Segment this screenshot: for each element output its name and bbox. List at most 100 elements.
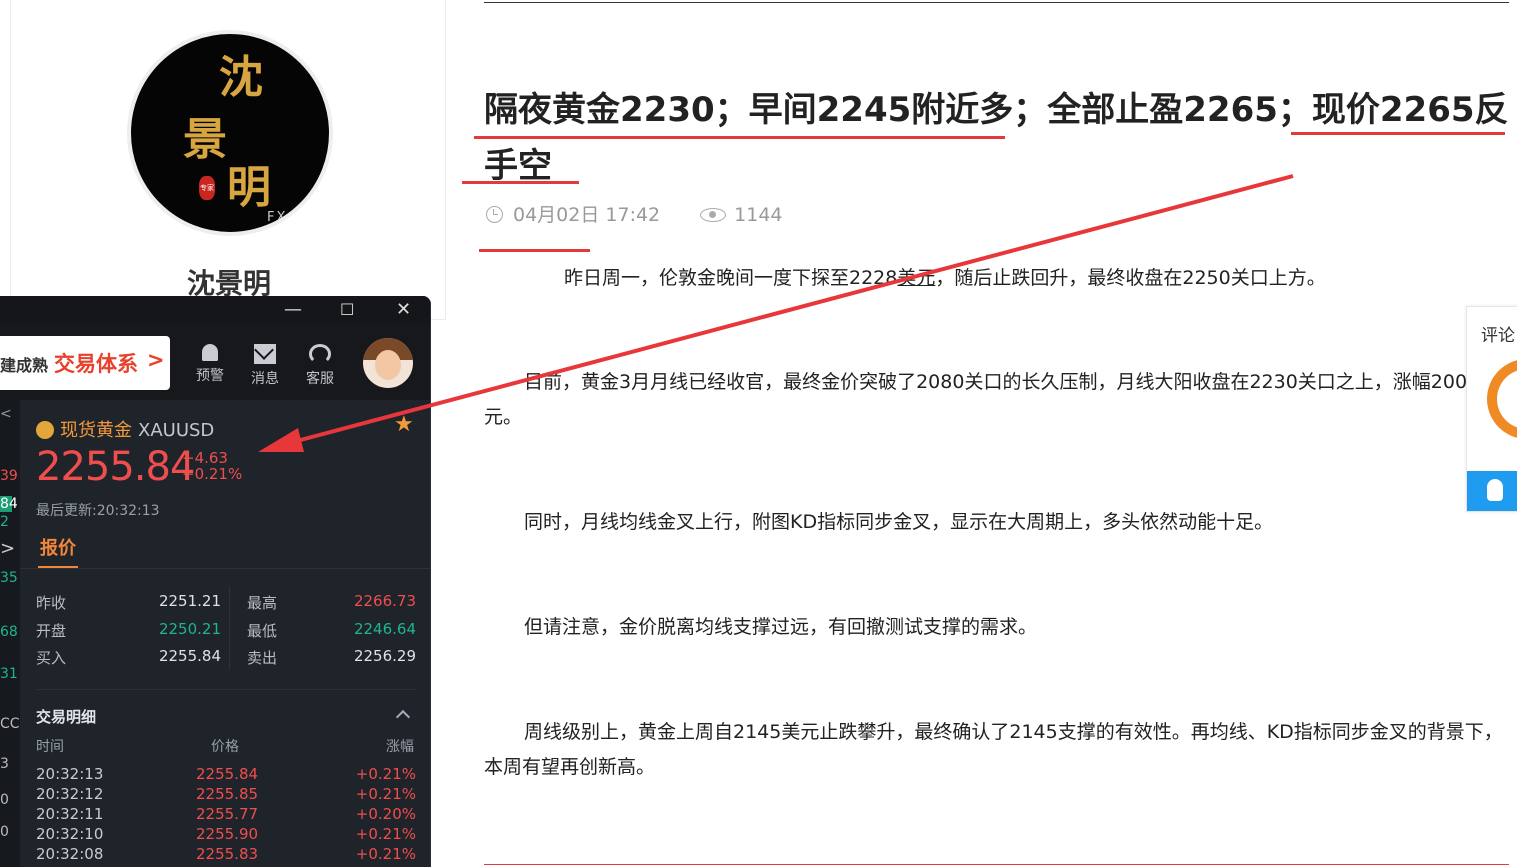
collapse-chevron-icon[interactable] — [395, 709, 411, 725]
quote-row-open: 开盘 2250.21 — [36, 620, 221, 641]
row-change: +0.21% — [355, 825, 416, 843]
strip-value: 2 — [0, 514, 9, 530]
strip-value: 35 — [0, 570, 18, 586]
annotation-underline-3 — [462, 181, 579, 184]
eye-icon — [700, 208, 727, 222]
row-price: 2255.83 — [196, 845, 259, 863]
row-change: +0.20% — [355, 805, 416, 823]
quote-row-high: 最高 2266.73 — [247, 592, 416, 613]
maximize-button[interactable]: ☐ — [340, 300, 354, 320]
tab-divider — [20, 568, 430, 569]
row-change: +0.21% — [355, 785, 416, 803]
author-avatar[interactable]: 沈 景 明 专家 FX — [127, 30, 333, 236]
change-percent: +0.21% — [182, 465, 243, 483]
article-date: 04月02日 17:42 — [513, 204, 661, 226]
details-header-change: 涨幅 — [386, 739, 414, 755]
qq-contact-button[interactable] — [1467, 471, 1517, 511]
trade-details-title: 交易明细 — [36, 708, 97, 726]
quote-value: 2251.21 — [158, 592, 221, 610]
row-time: 20:32:11 — [36, 805, 104, 823]
quote-label: 买入 — [36, 649, 67, 667]
symbol-code: XAUUSD — [138, 420, 215, 441]
section-divider — [36, 689, 416, 690]
quote-value: 2246.64 — [353, 620, 416, 638]
comment-side-widget[interactable]: 评论 — [1466, 306, 1517, 512]
quote-value: 2266.73 — [353, 592, 416, 610]
symbol-name: 现货黄金 — [60, 420, 132, 441]
window-titlebar: — ☐ ✕ — [0, 296, 430, 324]
avatar-fx-text: FX — [267, 210, 288, 225]
headset-icon — [309, 344, 331, 364]
strip-value: 3 — [0, 756, 9, 772]
current-price: 2255.84 — [36, 444, 195, 490]
user-avatar[interactable] — [363, 338, 413, 388]
quote-row-ask: 卖出 2256.29 — [247, 647, 416, 668]
strip-value: 0 — [0, 792, 9, 808]
chart-strip: < 39 84 2 > 35 68 31 CCI 3 0 0 — [0, 400, 24, 867]
quote-value: 2256.29 — [353, 647, 416, 665]
gold-coin-icon — [36, 421, 54, 439]
support-button[interactable]: 客服 — [298, 344, 342, 388]
last-update: 最后更新:20:32:13 — [36, 503, 160, 519]
row-time: 20:32:10 — [36, 825, 104, 843]
avatar-seal: 专家 — [199, 176, 215, 200]
quote-label: 开盘 — [36, 622, 67, 640]
strip-value: 84 — [0, 496, 18, 512]
promo-banner[interactable]: 建成熟 交易体系 > — [0, 336, 170, 390]
strip-expand-icon[interactable]: > — [0, 538, 15, 559]
details-header-time: 时间 — [36, 739, 64, 755]
avatar-char-3: 明 — [227, 162, 271, 213]
article-paragraph: 同时，月线均线金叉上行，附图KD指标同步金叉，显示在大周期上，多头依然动能十足。 — [524, 511, 1274, 533]
change-value: +4.63 — [182, 449, 228, 467]
support-label: 客服 — [306, 371, 334, 387]
article-paragraph: 但请注意，金价脱离均线支撑过远，有回撤测试支撑的需求。 — [524, 616, 1038, 638]
strip-collapse-icon[interactable]: < — [0, 406, 12, 422]
top-divider — [484, 2, 1509, 3]
promo-arrow-icon: > — [147, 348, 165, 372]
strip-value: 0 — [0, 824, 9, 840]
strip-value: 31 — [0, 666, 18, 682]
minimize-button[interactable]: — — [284, 300, 302, 320]
quote-label: 最高 — [247, 594, 278, 612]
quote-row-bid: 买入 2255.84 — [36, 647, 221, 668]
row-change: +0.21% — [355, 845, 416, 863]
close-button[interactable]: ✕ — [396, 300, 411, 320]
messages-button[interactable]: 消息 — [243, 344, 287, 388]
alert-label: 预警 — [196, 368, 224, 384]
qq-icon — [1487, 479, 1503, 501]
strip-value: 68 — [0, 624, 18, 640]
row-price: 2255.77 — [196, 805, 259, 823]
table-row: 20:32:11 2255.77 +0.20% — [36, 805, 416, 825]
promo-left-text: 建成熟 — [0, 356, 49, 375]
price-link[interactable]: 美元 — [897, 267, 935, 289]
article-paragraph: 目前，黄金3月月线已经收官，最终金价突破了2080关口的长久压制，月线大阳收盘在… — [484, 371, 1487, 428]
avatar-char-2: 景 — [183, 114, 227, 165]
clock-icon — [486, 206, 503, 223]
article-paragraph: 周线级别上，黄金上周自2145美元止跌攀升，最终确认了2145支撑的有效性。再均… — [484, 721, 1503, 778]
trading-app-window: — ☐ ✕ 建成熟 交易体系 > 预警 消息 客服 < 39 84 2 > 35… — [0, 296, 431, 867]
comment-label[interactable]: 评论 — [1481, 321, 1515, 346]
app-toolbar: 建成熟 交易体系 > 预警 消息 客服 — [0, 324, 430, 400]
row-price: 2255.84 — [196, 765, 259, 783]
table-row: 20:32:13 2255.84 +0.21% — [36, 765, 416, 785]
alert-button[interactable]: 预警 — [188, 344, 232, 385]
avatar-char-1: 沈 — [219, 52, 263, 103]
quote-value: 2250.21 — [158, 620, 221, 638]
quote-row-low: 最低 2246.64 — [247, 620, 416, 641]
annotation-underline-1 — [474, 136, 1005, 139]
mail-icon — [254, 344, 276, 364]
row-time: 20:32:12 — [36, 785, 104, 803]
symbol-header: 现货黄金 XAUUSD — [36, 416, 214, 442]
quote-label: 昨收 — [36, 594, 67, 612]
promo-main-text: 交易体系 — [54, 352, 138, 376]
row-price: 2255.85 — [196, 785, 259, 803]
tab-quote[interactable]: 报价 — [40, 534, 76, 560]
annotation-underline-4 — [479, 249, 590, 252]
row-change: +0.21% — [355, 765, 416, 783]
favorite-star-icon[interactable]: ★ — [394, 412, 414, 437]
details-header-price: 价格 — [211, 739, 239, 755]
quote-label: 最低 — [247, 622, 278, 640]
table-row: 20:32:12 2255.85 +0.21% — [36, 785, 416, 805]
bottom-divider — [484, 864, 1509, 865]
quote-label: 卖出 — [247, 649, 278, 667]
